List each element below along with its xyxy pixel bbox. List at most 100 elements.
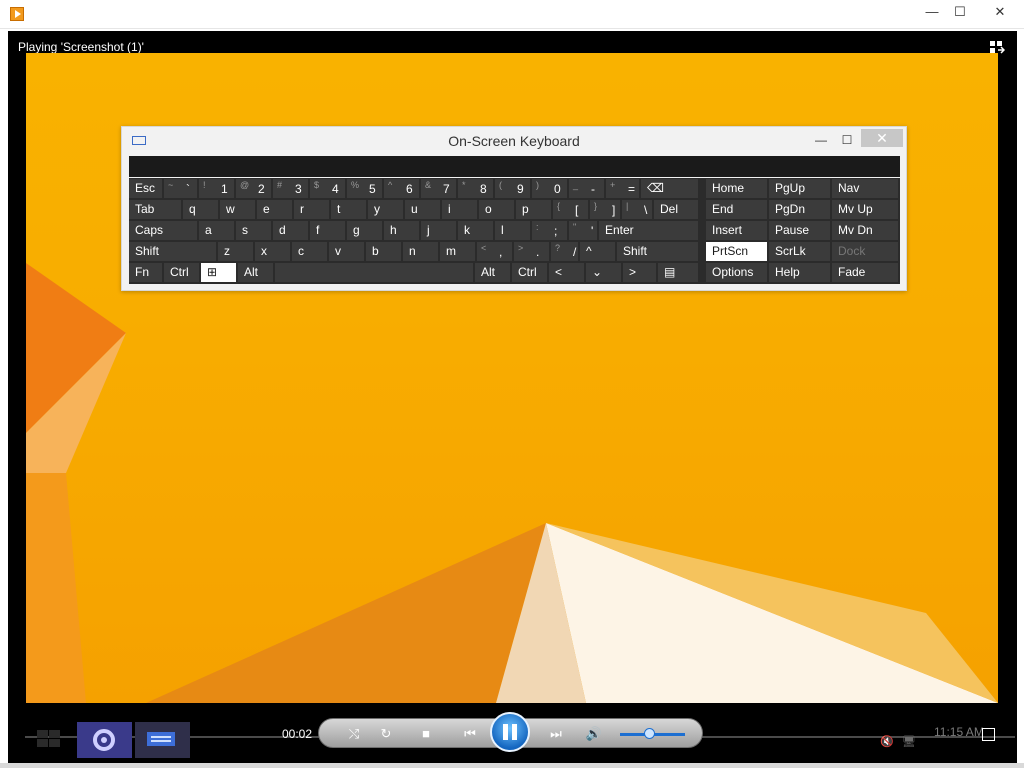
key-Ctrl[interactable]: Ctrl (164, 263, 199, 282)
key-Shift[interactable]: Shift (617, 242, 698, 261)
key-3[interactable]: #3 (273, 179, 308, 198)
key-k[interactable]: k (458, 221, 493, 240)
key-mv-dn[interactable]: Mv Dn (832, 221, 898, 240)
key-Caps[interactable]: Caps (129, 221, 197, 240)
pause-button[interactable] (490, 712, 530, 752)
key-r[interactable]: r (294, 200, 329, 219)
key-[[interactable]: {[ (553, 200, 588, 219)
key-Alt[interactable]: Alt (238, 263, 273, 282)
key-=[interactable]: + = (606, 179, 639, 198)
settings-tile[interactable] (77, 722, 132, 758)
key->[interactable]: > (623, 263, 656, 282)
key-2[interactable]: @2 (236, 179, 271, 198)
key-j[interactable]: j (421, 221, 456, 240)
key-w[interactable]: w (220, 200, 255, 219)
key-l[interactable]: l (495, 221, 530, 240)
key-a[interactable]: a (199, 221, 234, 240)
key-`[interactable]: ~ ` (164, 179, 197, 198)
osk-close-button[interactable]: ✕ (861, 129, 903, 147)
key-Del[interactable]: Del (654, 200, 698, 219)
start-tile[interactable] (35, 722, 65, 758)
key-e[interactable]: e (257, 200, 292, 219)
maximize-button[interactable]: ☐ (945, 2, 975, 22)
key-options[interactable]: Options (706, 263, 767, 282)
key-\[interactable]: | \ (622, 200, 652, 219)
keyboard-tile[interactable] (135, 722, 190, 758)
key-mv-up[interactable]: Mv Up (832, 200, 898, 219)
key-6[interactable]: ^ 6 (384, 179, 419, 198)
key-f[interactable]: f (310, 221, 345, 240)
key-Enter[interactable]: Enter (599, 221, 698, 240)
switch-to-library-icon[interactable] (989, 40, 1005, 54)
key-⌄[interactable]: ⌄ (586, 263, 621, 282)
fullscreen-icon[interactable] (982, 728, 995, 741)
key-h[interactable]: h (384, 221, 419, 240)
key--[interactable]: _ - (569, 179, 604, 198)
key-end[interactable]: End (706, 200, 767, 219)
mute-button[interactable]: 🔊 (585, 725, 603, 743)
key-Shift[interactable]: Shift (129, 242, 216, 261)
key-Ctrl[interactable]: Ctrl (512, 263, 547, 282)
key-Tab[interactable]: Tab (129, 200, 181, 219)
key-m[interactable]: m (440, 242, 475, 261)
key-9[interactable]: (9 (495, 179, 530, 198)
key-1[interactable]: ! 1 (199, 179, 234, 198)
key-'[interactable]: " ' (569, 221, 597, 240)
key-⊞[interactable]: ⊞ (201, 263, 236, 282)
key-5[interactable]: % 5 (347, 179, 382, 198)
key-p[interactable]: p (516, 200, 551, 219)
key-s[interactable]: s (236, 221, 271, 240)
key-8[interactable]: * 8 (458, 179, 493, 198)
key-/[interactable]: ? / (551, 242, 578, 261)
key-▤[interactable]: ▤ (658, 263, 698, 282)
minimize-button[interactable]: — (917, 2, 947, 22)
key-dock[interactable]: Dock (832, 242, 898, 261)
key-insert[interactable]: Insert (706, 221, 767, 240)
key-b[interactable]: b (366, 242, 401, 261)
key-t[interactable]: t (331, 200, 366, 219)
key-Esc[interactable]: Esc (129, 179, 162, 198)
key-z[interactable]: z (218, 242, 253, 261)
repeat-button[interactable]: ↻ (377, 725, 395, 743)
key-space[interactable] (275, 263, 473, 282)
key-prtscn[interactable]: PrtScn (706, 242, 767, 261)
key-v[interactable]: v (329, 242, 364, 261)
key-⌫[interactable]: ⌫ (641, 179, 698, 198)
key-Fn[interactable]: Fn (129, 263, 162, 282)
next-button[interactable]: ⏭ (543, 725, 569, 743)
key-nav[interactable]: Nav (832, 179, 898, 198)
key-<[interactable]: < (549, 263, 584, 282)
key-u[interactable]: u (405, 200, 440, 219)
key-q[interactable]: q (183, 200, 218, 219)
key-fade[interactable]: Fade (832, 263, 898, 282)
close-button[interactable]: ✕ (980, 2, 1020, 22)
key-pgup[interactable]: PgUp (769, 179, 830, 198)
stop-button[interactable]: ■ (417, 725, 435, 743)
key-pause[interactable]: Pause (769, 221, 830, 240)
osk-maximize-button[interactable]: ☐ (838, 131, 856, 149)
key-0[interactable]: ) 0 (532, 179, 567, 198)
shuffle-button[interactable]: ⤭ (345, 725, 363, 743)
key-7[interactable]: & 7 (421, 179, 456, 198)
key-^[interactable]: ^ (580, 242, 615, 261)
key-;[interactable]: :; (532, 221, 567, 240)
key-n[interactable]: n (403, 242, 438, 261)
key-i[interactable]: i (442, 200, 477, 219)
osk-minimize-button[interactable]: — (812, 131, 830, 149)
key-c[interactable]: c (292, 242, 327, 261)
key-][interactable]: }] (590, 200, 620, 219)
key-home[interactable]: Home (706, 179, 767, 198)
key-o[interactable]: o (479, 200, 514, 219)
key-y[interactable]: y (368, 200, 403, 219)
key-.[interactable]: >. (514, 242, 549, 261)
key-4[interactable]: $4 (310, 179, 345, 198)
key-scrlk[interactable]: ScrLk (769, 242, 830, 261)
key-g[interactable]: g (347, 221, 382, 240)
key-d[interactable]: d (273, 221, 308, 240)
key-Alt[interactable]: Alt (475, 263, 510, 282)
key-x[interactable]: x (255, 242, 290, 261)
key-pgdn[interactable]: PgDn (769, 200, 830, 219)
previous-button[interactable]: ⏮ (457, 725, 483, 743)
key-,[interactable]: <, (477, 242, 512, 261)
key-help[interactable]: Help (769, 263, 830, 282)
